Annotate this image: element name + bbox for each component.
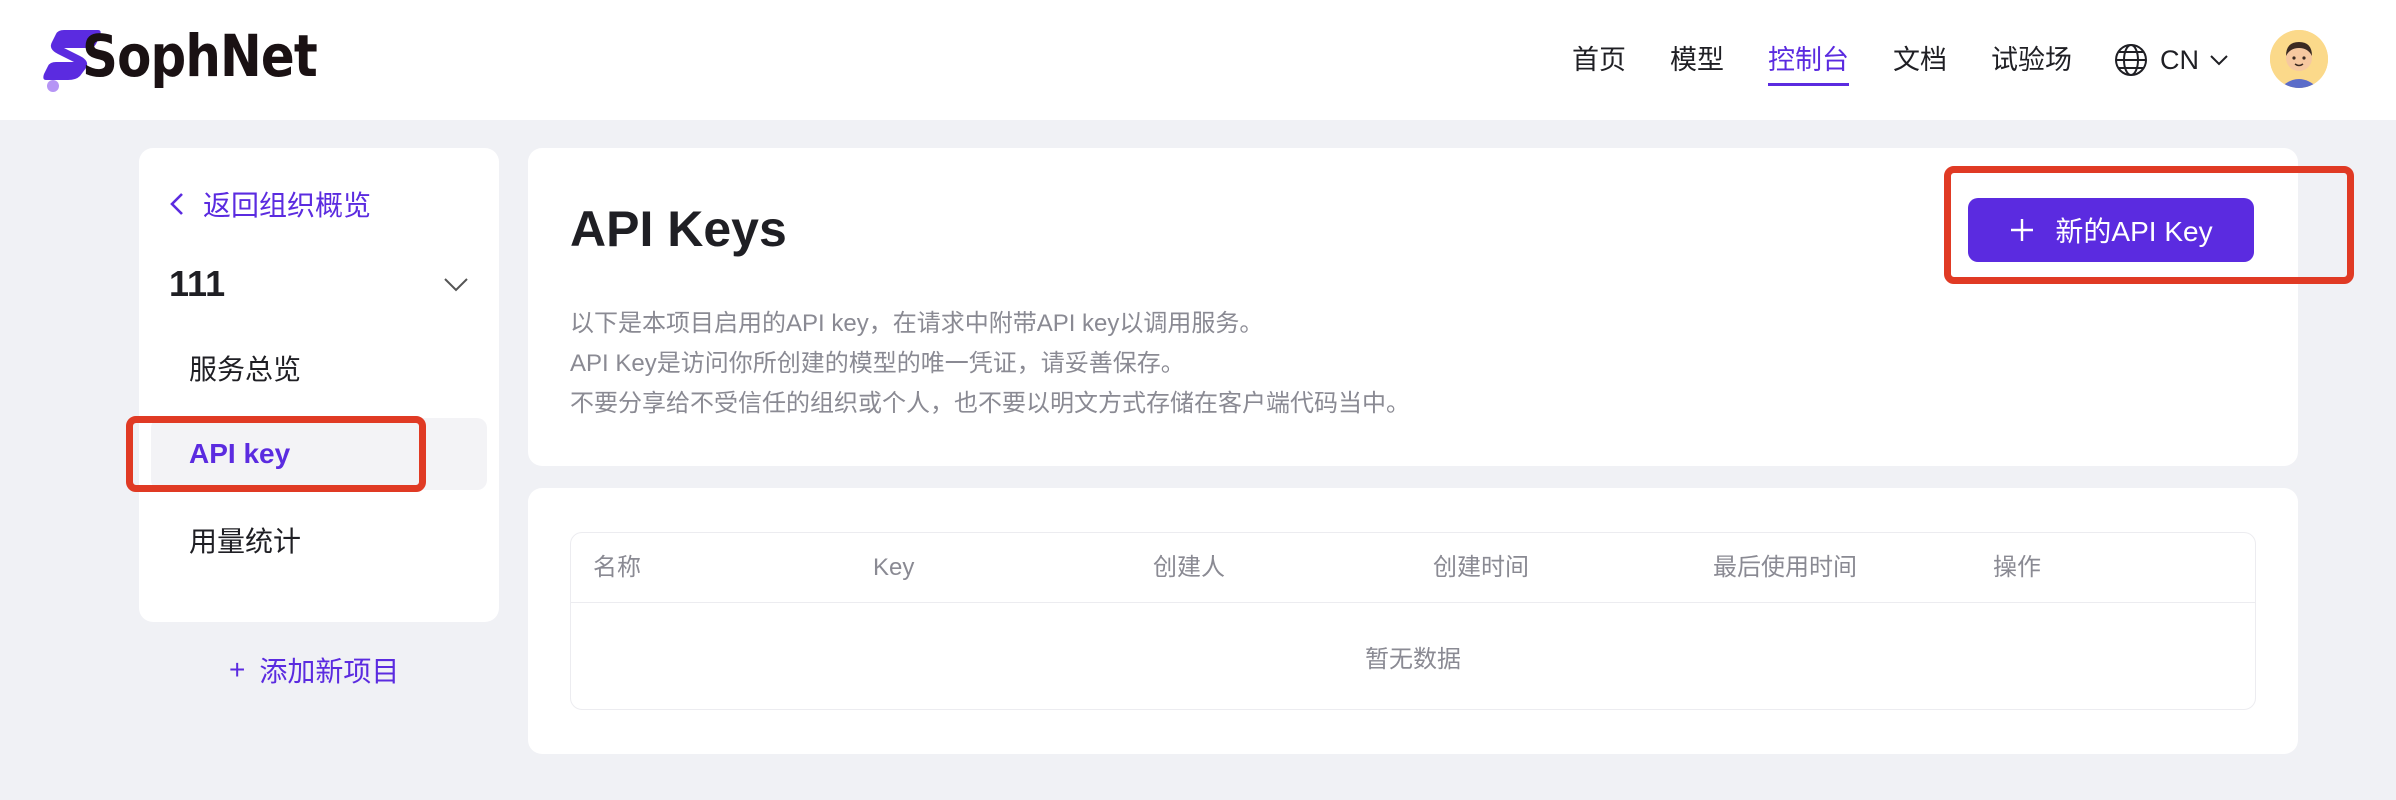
column-header-key: Key — [873, 554, 915, 581]
column-header-created-time: 创建时间 — [1433, 554, 1529, 581]
table-header: 名称 Key 创建人 创建时间 最后使用时间 操作 — [571, 533, 2255, 603]
nav-home[interactable]: 首页 — [1572, 40, 1626, 80]
project-selector[interactable]: 111 — [169, 254, 469, 314]
sidebar-item-overview[interactable]: 服务总览 — [151, 332, 487, 404]
table-empty-state: 暂无数据 — [1365, 645, 1461, 673]
new-api-key-button[interactable]: 新的API Key — [1968, 198, 2254, 262]
back-link-label: 返回组织概览 — [203, 190, 372, 221]
avatar-face-icon — [2270, 30, 2328, 88]
column-header-creator: 创建人 — [1153, 554, 1225, 581]
language-switcher[interactable]: CN — [2114, 38, 2229, 82]
chevron-down-icon — [444, 278, 468, 292]
page-title: API Keys — [570, 201, 787, 257]
api-keys-table-card: 名称 Key 创建人 创建时间 最后使用时间 操作 暂无数据 — [528, 488, 2298, 754]
column-header-name: 名称 — [593, 554, 641, 581]
api-keys-table: 名称 Key 创建人 创建时间 最后使用时间 操作 暂无数据 — [570, 532, 2256, 710]
nav-playground[interactable]: 试验场 — [1991, 40, 2072, 80]
description-line: 以下是本项目启用的API key，在请求中附带API key以调用服务。 — [570, 310, 1264, 337]
user-avatar[interactable] — [2270, 30, 2328, 88]
column-header-last-used: 最后使用时间 — [1713, 554, 1857, 581]
top-header: SophNet 首页 模型 控制台 文档 试验场 CN — [0, 0, 2396, 120]
description-line: 不要分享给不受信任的组织或个人，也不要以明文方式存储在客户端代码当中。 — [570, 390, 1410, 417]
brand-name[interactable]: SophNet — [82, 22, 318, 90]
language-label: CN — [2160, 44, 2199, 75]
api-keys-description: 以下是本项目启用的API key，在请求中附带API key以调用服务。 API… — [570, 304, 1410, 424]
api-keys-header-card: API Keys 以下是本项目启用的API key，在请求中附带API key以… — [528, 148, 2298, 466]
nav-docs[interactable]: 文档 — [1893, 40, 1947, 80]
back-to-org-link[interactable]: 返回组织概览 — [169, 184, 371, 224]
add-project-button[interactable]: + 添加新项目 — [229, 650, 399, 690]
main-nav: 首页 模型 控制台 文档 试验场 — [1572, 38, 2116, 86]
description-line: API Key是访问你所创建的模型的唯一凭证，请妥善保存。 — [570, 350, 1185, 377]
nav-models[interactable]: 模型 — [1670, 40, 1724, 80]
plus-icon — [2011, 219, 2034, 241]
plus-icon: + — [229, 654, 246, 685]
add-project-label: 添加新项目 — [259, 656, 400, 687]
sidebar-item-api-key[interactable]: API key — [151, 418, 487, 490]
project-sidebar: 返回组织概览 111 服务总览 API key 用量统计 — [139, 148, 499, 622]
sidebar-item-usage[interactable]: 用量统计 — [151, 504, 487, 576]
column-header-actions: 操作 — [1993, 554, 2041, 581]
chevron-left-icon — [170, 193, 183, 215]
chevron-down-icon — [2210, 55, 2228, 66]
globe-icon — [2115, 44, 2147, 76]
project-name: 111 — [169, 263, 226, 304]
nav-console[interactable]: 控制台 — [1768, 40, 1849, 86]
new-api-key-label: 新的API Key — [2055, 216, 2213, 247]
